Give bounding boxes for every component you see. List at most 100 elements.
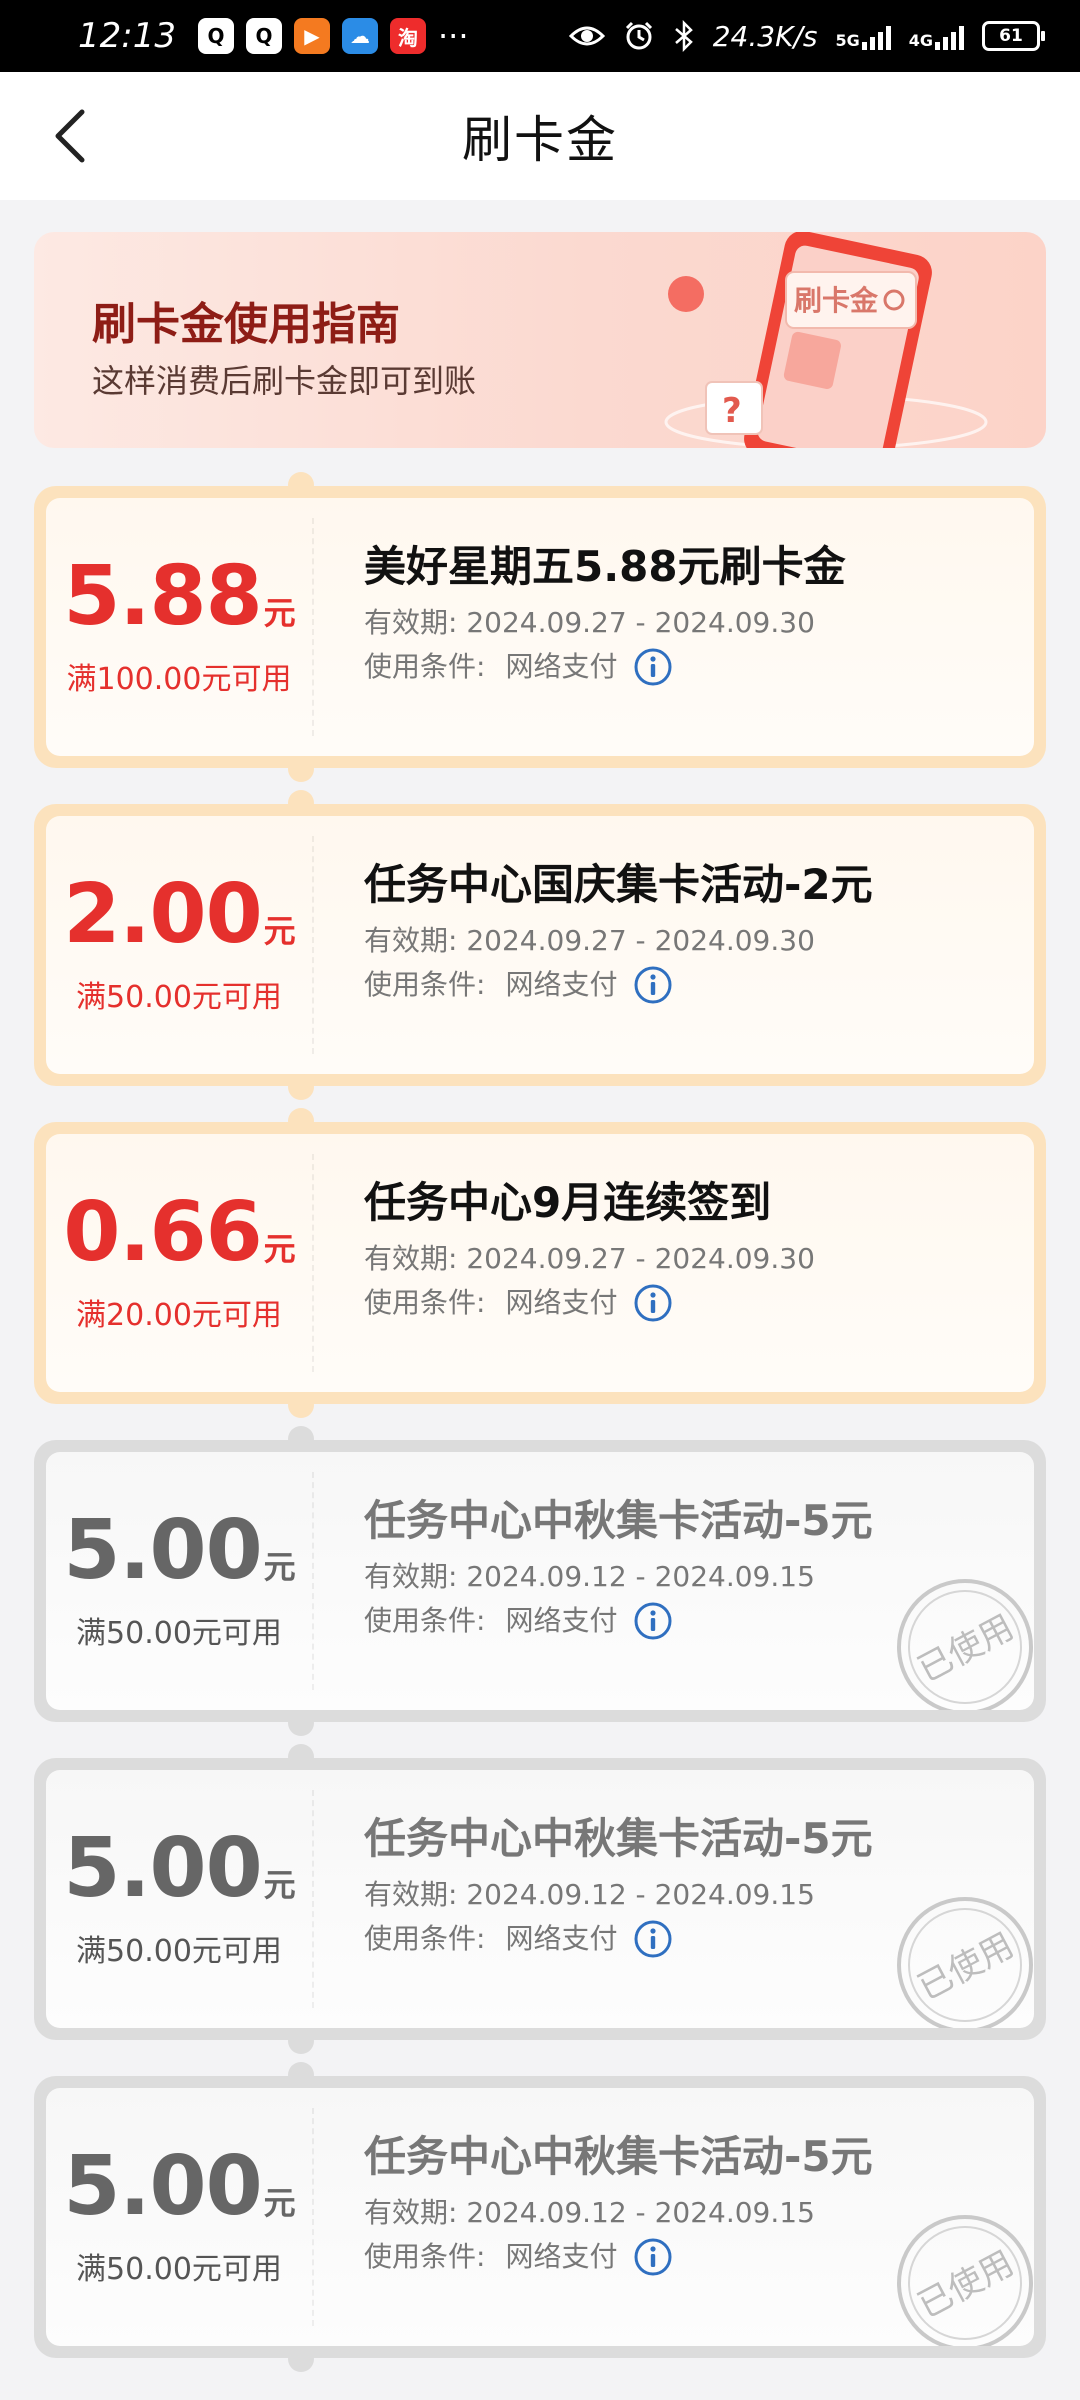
banner-art-label: 刷卡金	[794, 284, 879, 317]
coupon-notch-top	[288, 1744, 314, 1770]
coupon-amount: 5.00元	[46, 1510, 312, 1592]
coupon-info: 任务中心国庆集卡活动-2元 有效期: 2024.09.27 - 2024.09.…	[364, 860, 1014, 1005]
coupon-title: 任务中心中秋集卡活动-5元	[364, 1814, 873, 1863]
coupon-card[interactable]: 5.00元 满50.00元可用 任务中心中秋集卡活动-5元 有效期: 2024.…	[34, 1744, 1046, 2054]
battery-level: 61	[999, 26, 1023, 46]
coupon-min-spend: 满50.00元可用	[76, 1616, 282, 1651]
coupon-notch-top	[288, 2062, 314, 2088]
battery-icon: 61	[982, 21, 1045, 51]
coupon-info: 美好星期五5.88元刷卡金 有效期: 2024.09.27 - 2024.09.…	[364, 543, 1014, 687]
info-icon[interactable]	[633, 965, 673, 1005]
coupon-title: 任务中心国庆集卡活动-2元	[364, 860, 873, 909]
validity-value: 2024.09.12 - 2024.09.15	[466, 1560, 815, 1594]
alarm-icon	[625, 21, 652, 50]
coupon-divider	[312, 1790, 314, 2008]
validity-label: 有效期:	[364, 1242, 458, 1276]
coupon-validity: 有效期: 2024.09.27 - 2024.09.30	[364, 1242, 1014, 1276]
coupon-notch-top	[288, 1108, 314, 1134]
validity-value: 2024.09.12 - 2024.09.15	[466, 1878, 815, 1912]
usage-label: 使用条件:	[364, 2239, 486, 2273]
coupon-divider	[312, 1154, 314, 1372]
coupon-title: 任务中心9月连续签到	[364, 1178, 772, 1227]
used-stamp-icon: 已使用	[897, 1579, 1033, 1710]
coupon-amount-unit: 元	[263, 1230, 296, 1268]
eye-icon	[568, 26, 605, 46]
info-icon[interactable]	[633, 1283, 673, 1323]
banner-title: 刷卡金使用指南	[92, 299, 400, 350]
usage-value: 网络支付	[505, 967, 618, 1001]
coupon-usage: 使用条件: 网络支付	[364, 647, 1014, 687]
coupon-info: 任务中心9月连续签到 有效期: 2024.09.27 - 2024.09.30 …	[364, 1178, 1014, 1323]
coupon-amount: 2.00元	[46, 874, 312, 956]
coupon-notch-bottom	[288, 1392, 314, 1418]
coupon-notch-bottom	[288, 2028, 314, 2054]
coupon-amount-value: 5.00	[63, 1503, 262, 1598]
coupon-card[interactable]: 5.88元 满100.00元可用 美好星期五5.88元刷卡金 有效期: 2024…	[34, 472, 1046, 782]
usage-label: 使用条件:	[364, 1921, 486, 1955]
coupon-notch-top	[288, 1426, 314, 1452]
coupon-title: 任务中心中秋集卡活动-5元	[364, 1496, 873, 1545]
coupon-amount: 5.00元	[46, 2146, 312, 2228]
validity-label: 有效期:	[364, 1878, 458, 1912]
coupon-validity: 有效期: 2024.09.27 - 2024.09.30	[364, 606, 1014, 640]
coupon-notch-top	[288, 790, 314, 816]
coupon-notch-top	[288, 472, 314, 498]
status-time: 12:13	[78, 16, 176, 56]
banner-art-question: ?	[722, 391, 742, 431]
coupon-amount: 5.00元	[46, 1828, 312, 1910]
usage-value: 网络支付	[505, 1285, 618, 1319]
coupon-amount-value: 5.00	[63, 1821, 262, 1916]
used-stamp-text: 已使用	[912, 1925, 1021, 2008]
info-icon[interactable]	[633, 1919, 673, 1959]
status-bar-right: 24.3K/s 5G 4G 61	[568, 20, 1045, 53]
status-bar-left: 12:13 Q Q ▶ ☁ 淘 ···	[78, 16, 469, 56]
more-notifications-icon: ···	[437, 17, 469, 55]
coupon-min-spend: 满20.00元可用	[76, 1298, 282, 1333]
coupon-card[interactable]: 2.00元 满50.00元可用 任务中心国庆集卡活动-2元 有效期: 2024.…	[34, 790, 1046, 1100]
coupon-amount-block: 5.88元 满100.00元可用	[46, 556, 312, 698]
coupon-card[interactable]: 0.66元 满20.00元可用 任务中心9月连续签到 有效期: 2024.09.…	[34, 1108, 1046, 1418]
validity-label: 有效期:	[364, 1560, 458, 1594]
coupon-body: 5.88元 满100.00元可用 美好星期五5.88元刷卡金 有效期: 2024…	[46, 498, 1034, 756]
info-icon[interactable]	[633, 647, 673, 687]
video-app-icon: ▶	[293, 18, 330, 54]
qq-app-icon: Q	[197, 18, 234, 54]
info-icon[interactable]	[633, 1601, 673, 1641]
bluetooth-icon	[674, 20, 693, 52]
coupon-amount-block: 2.00元 满50.00元可用	[46, 874, 312, 1016]
coupon-amount-block: 0.66元 满20.00元可用	[46, 1192, 312, 1334]
usage-label: 使用条件:	[364, 1603, 486, 1637]
coupon-amount-unit: 元	[263, 2184, 296, 2222]
info-icon[interactable]	[633, 2237, 673, 2277]
nav-bar: 刷卡金	[0, 72, 1080, 200]
coupon-body: 2.00元 满50.00元可用 任务中心国庆集卡活动-2元 有效期: 2024.…	[46, 816, 1034, 1074]
usage-guide-banner[interactable]: 刷卡金使用指南 这样消费后刷卡金即可到账 刷卡金 ?	[34, 232, 1046, 448]
usage-value: 网络支付	[505, 649, 618, 683]
validity-value: 2024.09.27 - 2024.09.30	[466, 924, 815, 958]
usage-value: 网络支付	[505, 1921, 618, 1955]
validity-label: 有效期:	[364, 2196, 458, 2230]
coupon-amount-value: 5.88	[63, 549, 262, 644]
coupon-min-spend: 满100.00元可用	[66, 662, 292, 697]
coupon-amount-unit: 元	[263, 912, 296, 950]
usage-label: 使用条件:	[364, 967, 486, 1001]
coupon-card[interactable]: 5.00元 满50.00元可用 任务中心中秋集卡活动-5元 有效期: 2024.…	[34, 2062, 1046, 2372]
coupon-body: 0.66元 满20.00元可用 任务中心9月连续签到 有效期: 2024.09.…	[46, 1134, 1034, 1392]
qq-app-icon-2: Q	[245, 18, 282, 54]
coupon-divider	[312, 2108, 314, 2326]
used-stamp-icon: 已使用	[897, 1897, 1033, 2028]
weather-app-icon: ☁	[341, 18, 378, 54]
signal-4g: 4G	[909, 22, 964, 50]
taobao-app-icon: 淘	[389, 18, 426, 54]
coupon-min-spend: 满50.00元可用	[76, 2252, 282, 2287]
validity-label: 有效期:	[364, 606, 458, 640]
coupon-card[interactable]: 5.00元 满50.00元可用 任务中心中秋集卡活动-5元 有效期: 2024.…	[34, 1426, 1046, 1736]
phone-illustration-icon: 刷卡金 ?	[664, 232, 988, 448]
back-button[interactable]	[40, 106, 100, 166]
coupon-notch-bottom	[288, 2346, 314, 2372]
usage-label: 使用条件:	[364, 1285, 486, 1319]
validity-value: 2024.09.27 - 2024.09.30	[466, 606, 815, 640]
coupon-amount-value: 5.00	[63, 2139, 262, 2234]
usage-value: 网络支付	[505, 2239, 618, 2273]
validity-value: 2024.09.12 - 2024.09.15	[466, 2196, 815, 2230]
